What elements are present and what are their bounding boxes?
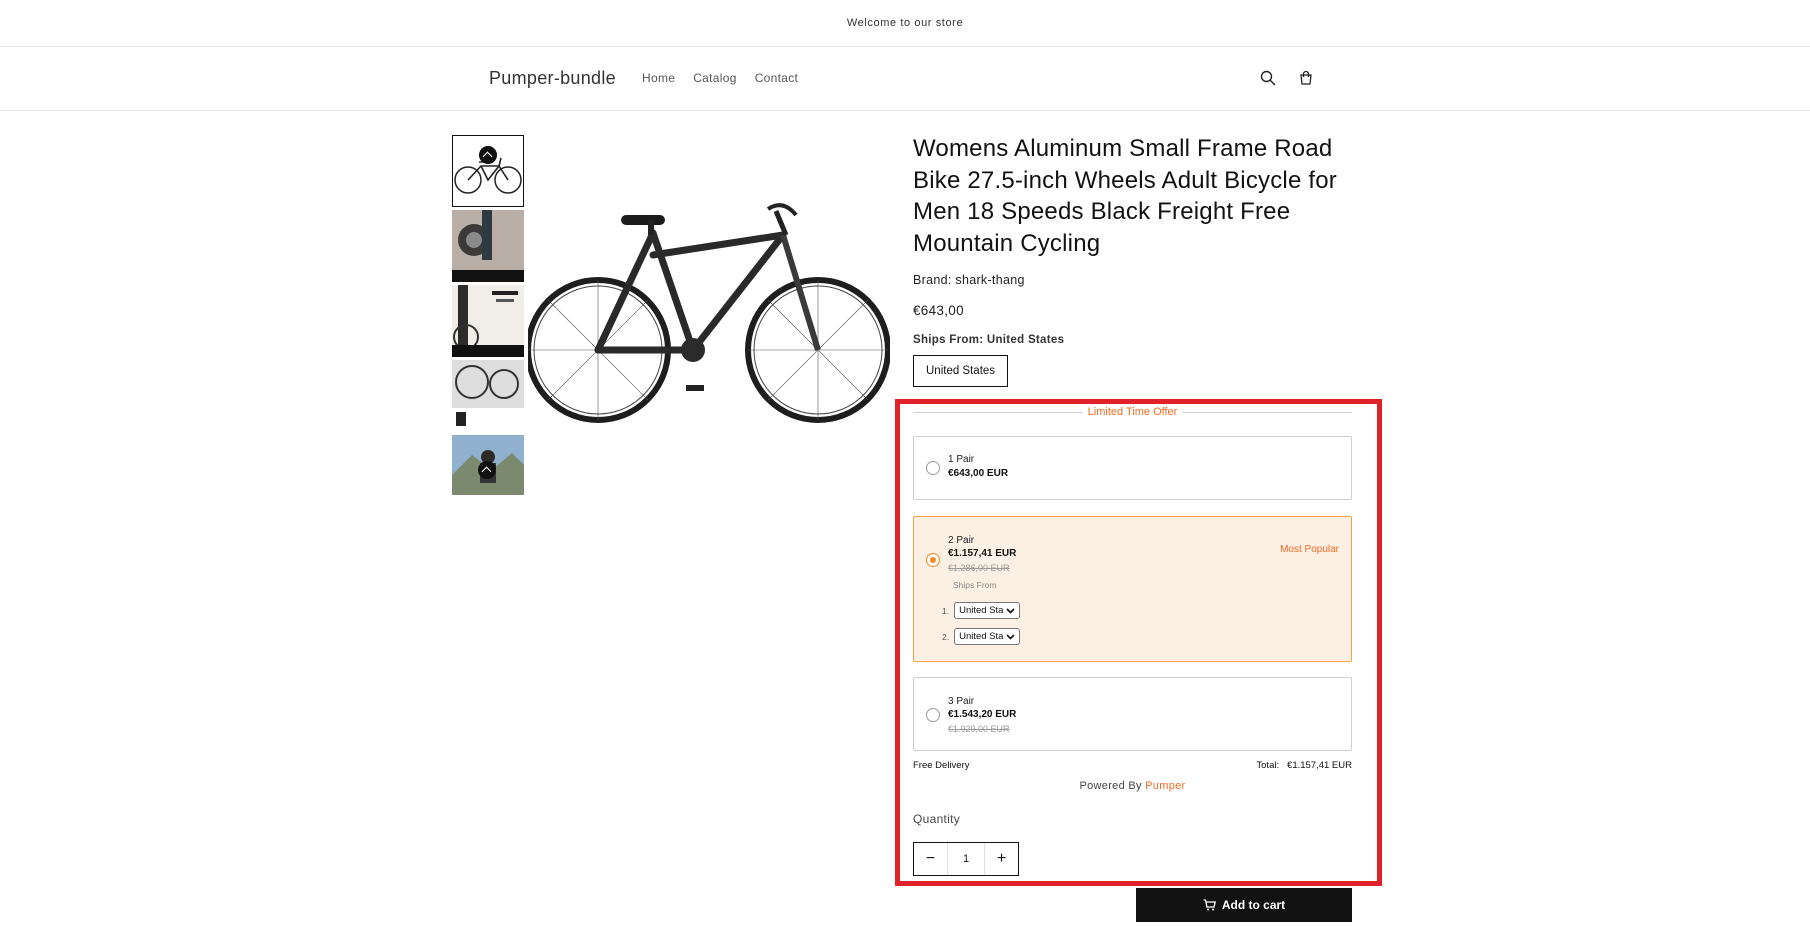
cart-icon xyxy=(1203,899,1216,911)
quantity-label: Quantity xyxy=(913,812,961,826)
total-label: Total: xyxy=(1256,760,1280,771)
tier-2-old-price: €1.286,00 EUR xyxy=(948,563,1010,573)
announcement-bar: Welcome to our store xyxy=(0,0,1810,47)
ships-select-row-2: 2. United Sta xyxy=(942,628,1021,645)
cart-icon[interactable] xyxy=(1295,67,1317,89)
thumbnail-4[interactable] xyxy=(452,360,524,432)
video-play-icon xyxy=(479,146,497,164)
tier-2-ships-from: Ships From xyxy=(953,580,997,590)
most-popular-badge: Most Popular xyxy=(1280,544,1339,555)
announcement-text: Welcome to our store xyxy=(846,17,964,29)
tier-1-radio[interactable] xyxy=(926,461,940,475)
product-main-image[interactable] xyxy=(525,195,891,425)
site-header: Pumper-bundle Home Catalog Contact xyxy=(0,47,1810,111)
product-title: Womens Aluminum Small Frame Road Bike 27… xyxy=(913,135,1337,257)
tier-3-label: 3 Pair xyxy=(948,696,975,707)
nav-catalog[interactable]: Catalog xyxy=(693,71,736,85)
main-nav: Home Catalog Contact xyxy=(642,71,798,85)
tier-1-price: €643,00 EUR xyxy=(948,468,1009,479)
quantity-stepper: − 1 + xyxy=(913,842,1019,876)
offer-tier-1[interactable]: 1 Pair €643,00 EUR xyxy=(913,436,1352,500)
chevron-down-icon xyxy=(1006,634,1015,640)
offer-tier-2[interactable]: 2 Pair €1.157,41 EUR €1.286,00 EUR Most … xyxy=(913,516,1352,662)
tier-2-label: 2 Pair xyxy=(948,535,975,546)
thumbnail-gallery xyxy=(452,135,524,510)
total-text: Total: €1.157,41 EUR xyxy=(1256,760,1352,771)
ships-from-option[interactable]: United States xyxy=(913,355,1009,387)
tier-3-old-price: €1.929,00 EUR xyxy=(948,724,1010,734)
select-value-2: United Sta xyxy=(959,631,1004,642)
ships-from-label: Ships From: United States xyxy=(913,334,1065,346)
ships-select-row-1: 1. United Sta xyxy=(942,602,1021,619)
product-info: Womens Aluminum Small Frame Road Bike 27… xyxy=(913,133,1353,387)
offer-title: Limited Time Offer xyxy=(1081,406,1184,418)
tier-3-price: €1.543,20 EUR xyxy=(948,709,1017,720)
thumbnail-3[interactable] xyxy=(452,285,524,357)
offer-tier-3[interactable]: 3 Pair €1.543,20 EUR €1.929,00 EUR xyxy=(913,677,1352,751)
powered-by-brand[interactable]: Pumper xyxy=(1145,780,1185,792)
store-logo[interactable]: Pumper-bundle xyxy=(489,68,616,89)
tier-2-radio[interactable] xyxy=(926,553,940,567)
quantity-input[interactable]: 1 xyxy=(947,843,985,875)
thumbnail-5[interactable] xyxy=(452,435,524,507)
ships-from-select-1[interactable]: United Sta xyxy=(954,602,1021,619)
tier-2-price: €1.157,41 EUR xyxy=(948,548,1017,559)
tier-3-radio[interactable] xyxy=(926,708,940,722)
powered-by-label: Powered By xyxy=(1079,780,1142,792)
chevron-down-icon xyxy=(1006,608,1015,614)
select-index-2: 2. xyxy=(942,631,950,642)
nav-contact[interactable]: Contact xyxy=(755,71,798,85)
product-price: €643,00 xyxy=(913,303,964,318)
add-to-cart-button[interactable]: Add to cart xyxy=(1136,888,1352,922)
header-icons xyxy=(1257,67,1317,89)
quantity-decrease-button[interactable]: − xyxy=(914,843,947,875)
ships-from-select-2[interactable]: United Sta xyxy=(954,628,1021,645)
product-brand: Brand: shark-thang xyxy=(913,273,1025,287)
thumbnail-2[interactable] xyxy=(452,210,524,282)
thumbnail-1[interactable] xyxy=(452,135,524,207)
nav-home[interactable]: Home xyxy=(642,71,675,85)
tier-1-label: 1 Pair xyxy=(948,454,975,465)
search-icon[interactable] xyxy=(1257,67,1279,89)
offer-summary: Free Delivery Total: €1.157,41 EUR xyxy=(913,760,1352,772)
free-delivery-text: Free Delivery xyxy=(913,760,970,771)
select-value-1: United Sta xyxy=(959,605,1004,616)
select-index-1: 1. xyxy=(942,605,950,616)
total-value: €1.157,41 EUR xyxy=(1287,760,1352,771)
quantity-increase-button[interactable]: + xyxy=(985,843,1018,875)
powered-by: Powered By Pumper xyxy=(913,780,1352,792)
add-to-cart-label: Add to cart xyxy=(1221,898,1286,912)
video-play-icon xyxy=(478,461,496,479)
offer-title-row: Limited Time Offer xyxy=(913,406,1352,420)
